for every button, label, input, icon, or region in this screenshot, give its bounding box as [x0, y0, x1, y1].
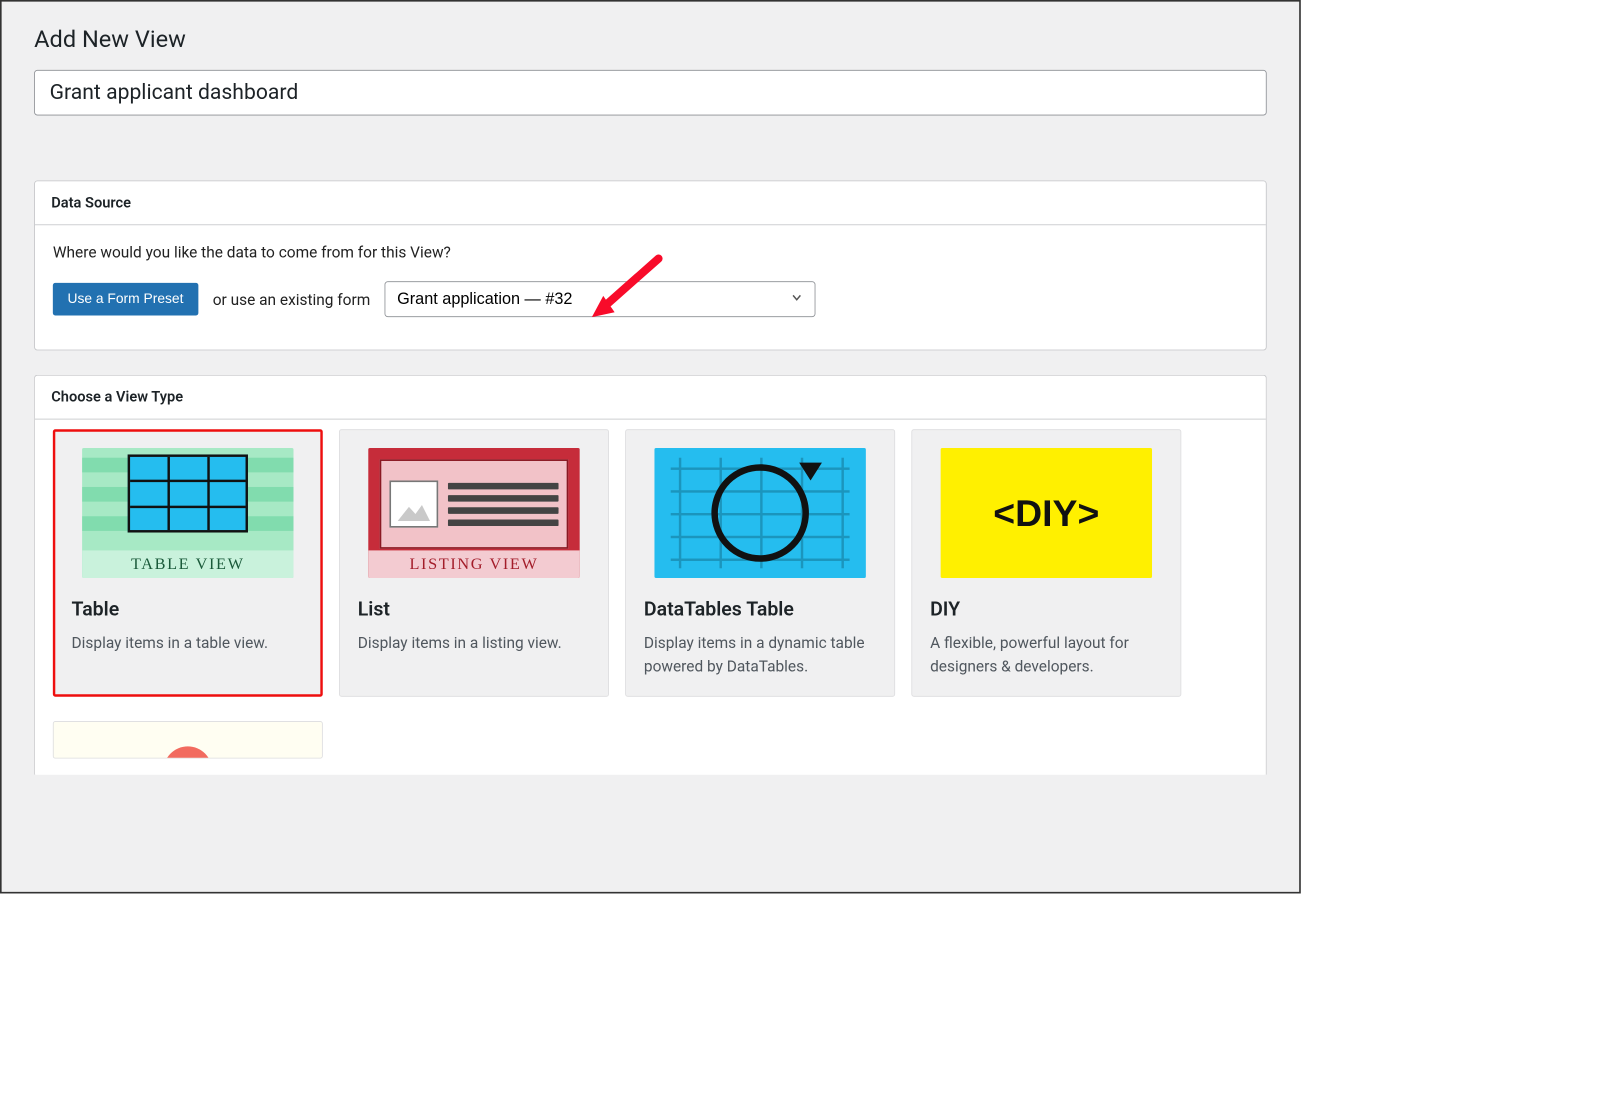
view-type-grid-row2: [35, 721, 1266, 775]
view-type-card-list[interactable]: LISTING VIEW List Display items in a lis…: [339, 429, 609, 696]
card-title: DIY: [930, 598, 1163, 621]
listing-view-thumb-icon: LISTING VIEW: [368, 448, 579, 578]
view-type-card-map[interactable]: [53, 721, 323, 758]
use-form-preset-button[interactable]: Use a Form Preset: [53, 283, 198, 316]
datatables-thumb-icon: [654, 448, 865, 578]
thumb-caption: LISTING VIEW: [368, 550, 579, 578]
map-pin-icon: [163, 746, 212, 758]
data-source-or-text: or use an existing form: [213, 290, 371, 309]
view-type-grid: TABLE VIEW Table Display items in a tabl…: [35, 420, 1266, 722]
diy-thumb-icon: <DIY>: [941, 448, 1152, 578]
data-source-panel-title: Data Source: [35, 181, 1266, 225]
card-title: Table: [72, 598, 305, 621]
view-type-card-diy[interactable]: <DIY> DIY A flexible, powerful layout fo…: [911, 429, 1181, 696]
view-type-card-table[interactable]: TABLE VIEW Table Display items in a tabl…: [53, 429, 323, 696]
refresh-icon: [711, 464, 809, 562]
table-view-thumb-icon: TABLE VIEW: [82, 448, 293, 578]
view-type-panel: Choose a View Type TABLE VIEW Table Disp…: [34, 375, 1267, 775]
thumb-caption: TABLE VIEW: [82, 550, 293, 578]
diy-text: <DIY>: [993, 491, 1099, 535]
card-desc: Display items in a listing view.: [358, 632, 591, 655]
view-type-panel-title: Choose a View Type: [35, 376, 1266, 420]
view-title-wrap: [34, 70, 1267, 116]
card-title: List: [358, 598, 591, 621]
card-title: DataTables Table: [644, 598, 877, 621]
view-type-card-datatables[interactable]: DataTables Table Display items in a dyna…: [625, 429, 895, 696]
annotation-arrow-icon: [587, 254, 668, 330]
card-desc: Display items in a dynamic table powered…: [644, 632, 877, 678]
view-title-input[interactable]: [34, 70, 1267, 116]
card-desc: A flexible, powerful layout for designer…: [930, 632, 1163, 678]
page-title: Add New View: [2, 2, 1300, 70]
card-desc: Display items in a table view.: [72, 632, 305, 655]
